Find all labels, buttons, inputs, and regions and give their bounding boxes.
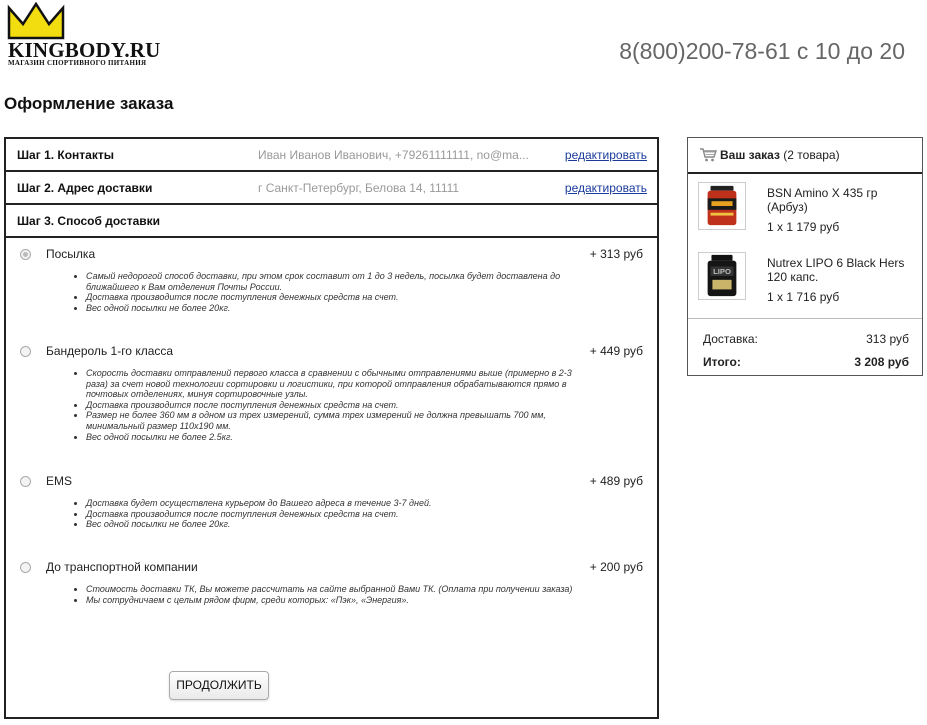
total-label: Итого: xyxy=(703,355,741,369)
option-note: Вес одной посылки не более 2.5кг. xyxy=(86,432,581,443)
order-title-label: Ваш заказ xyxy=(720,148,780,162)
option-price: + 313 руб xyxy=(589,247,643,261)
delivery-radio-posylka[interactable] xyxy=(20,249,31,260)
edit-contacts-link[interactable]: редактировать xyxy=(565,148,647,162)
option-note: Вес одной посылки не более 20кг. xyxy=(86,303,581,314)
item-name[interactable]: BSN Amino X 435 гр (Арбуз) xyxy=(767,186,917,214)
order-item: LIPO Nutrex LIPO 6 Black Hers 120 капс. … xyxy=(688,252,924,312)
step-label: Шаг 1. Контакты xyxy=(17,148,114,162)
continue-button[interactable]: ПРОДОЛЖИТЬ xyxy=(169,671,269,700)
page-title: Оформление заказа xyxy=(4,94,174,113)
item-qty: 1 x 1 716 руб xyxy=(767,290,840,304)
option-note: Самый недорогой способ доставки, при это… xyxy=(86,271,581,292)
order-item-count: (2 товара) xyxy=(783,148,840,162)
option-name: Посылка xyxy=(46,247,96,261)
step-label: Шаг 3. Способ доставки xyxy=(17,214,161,228)
step-value: г Санкт-Петербург, Белова 14, 11111 xyxy=(258,181,460,195)
item-name[interactable]: Nutrex LIPO 6 Black Hers 120 капс. xyxy=(767,256,917,284)
option-note: Размер не более 360 мм в одном из трех и… xyxy=(86,410,581,431)
option-notes: Самый недорогой способ доставки, при это… xyxy=(72,271,581,313)
delivery-radio-transport[interactable] xyxy=(20,562,31,573)
order-divider xyxy=(688,318,922,319)
checkout-panel: Шаг 1. Контакты Иван Иванов Иванович, +7… xyxy=(4,137,659,719)
option-name: EMS xyxy=(46,474,73,488)
option-note: Доставка производится после поступления … xyxy=(86,509,581,520)
option-note: Вес одной посылки не более 20кг. xyxy=(86,519,581,530)
logo-subtitle: МАГАЗИН СПОРТИВНОГО ПИТАНИЯ xyxy=(8,59,147,67)
option-notes: Доставка будет осуществлена курьером до … xyxy=(72,498,581,530)
option-note: Доставка будет осуществлена курьером до … xyxy=(86,498,581,509)
step-contacts: Шаг 1. Контакты Иван Иванов Иванович, +7… xyxy=(6,139,657,172)
svg-text:LIPO: LIPO xyxy=(713,267,731,276)
site-logo[interactable]: KINGBODY.RU МАГАЗИН СПОРТИВНОГО ПИТАНИЯ xyxy=(6,2,160,70)
step-delivery-method: Шаг 3. Способ доставки xyxy=(6,205,657,238)
step-label: Шаг 2. Адрес доставки xyxy=(17,181,153,195)
option-notes: Скорость доставки отправлений первого кл… xyxy=(72,368,581,442)
option-price: + 489 руб xyxy=(589,474,643,488)
order-summary: Ваш заказ (2 товара) BSN Amino X 435 гр … xyxy=(687,137,923,376)
delivery-radio-ems[interactable] xyxy=(20,476,31,487)
step-value: Иван Иванов Иванович, +79261111111, no@m… xyxy=(258,148,529,162)
cart-icon xyxy=(700,148,717,162)
order-title: Ваш заказ (2 товара) xyxy=(720,148,840,162)
crown-icon xyxy=(7,2,65,40)
option-price: + 449 руб xyxy=(589,344,643,358)
option-note: Доставка производится после поступления … xyxy=(86,292,581,303)
product-image[interactable]: LIPO xyxy=(698,252,746,300)
delivery-label: Доставка: xyxy=(703,332,758,346)
option-note: Скорость доставки отправлений первого кл… xyxy=(86,368,581,400)
product-image[interactable] xyxy=(698,182,746,230)
edit-address-link[interactable]: редактировать xyxy=(565,181,647,195)
step-address: Шаг 2. Адрес доставки г Санкт-Петербург,… xyxy=(6,172,657,205)
delivery-value: 313 руб xyxy=(866,332,909,346)
option-name: До транспортной компании xyxy=(46,560,198,574)
option-notes: Стоимость доставки ТК, Вы можете рассчит… xyxy=(72,584,581,605)
option-note: Мы сотрудничаем с целым рядом фирм, сред… xyxy=(86,595,581,606)
order-item: BSN Amino X 435 гр (Арбуз) 1 x 1 179 руб xyxy=(688,182,924,242)
delivery-radio-banderol[interactable] xyxy=(20,346,31,357)
logo-text: KINGBODY.RU xyxy=(8,38,161,62)
option-price: + 200 руб xyxy=(589,560,643,574)
item-qty: 1 x 1 179 руб xyxy=(767,220,840,234)
order-header: Ваш заказ (2 товара) xyxy=(688,138,922,174)
option-note: Доставка производится после поступления … xyxy=(86,400,581,411)
header-phone: 8(800)200-78-61 с 10 до 20 xyxy=(619,38,905,64)
option-note: Стоимость доставки ТК, Вы можете рассчит… xyxy=(86,584,581,595)
option-name: Бандероль 1-го класса xyxy=(46,344,174,358)
total-value: 3 208 руб xyxy=(854,355,909,369)
